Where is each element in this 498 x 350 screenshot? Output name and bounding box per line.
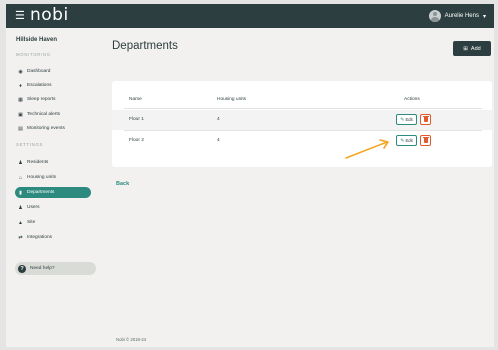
arrow-shaft bbox=[345, 141, 388, 159]
app-window: ☰ nobi Aurelie Hens ▾ Hillside Haven MON… bbox=[6, 4, 494, 347]
annotation-arrow bbox=[345, 139, 389, 159]
